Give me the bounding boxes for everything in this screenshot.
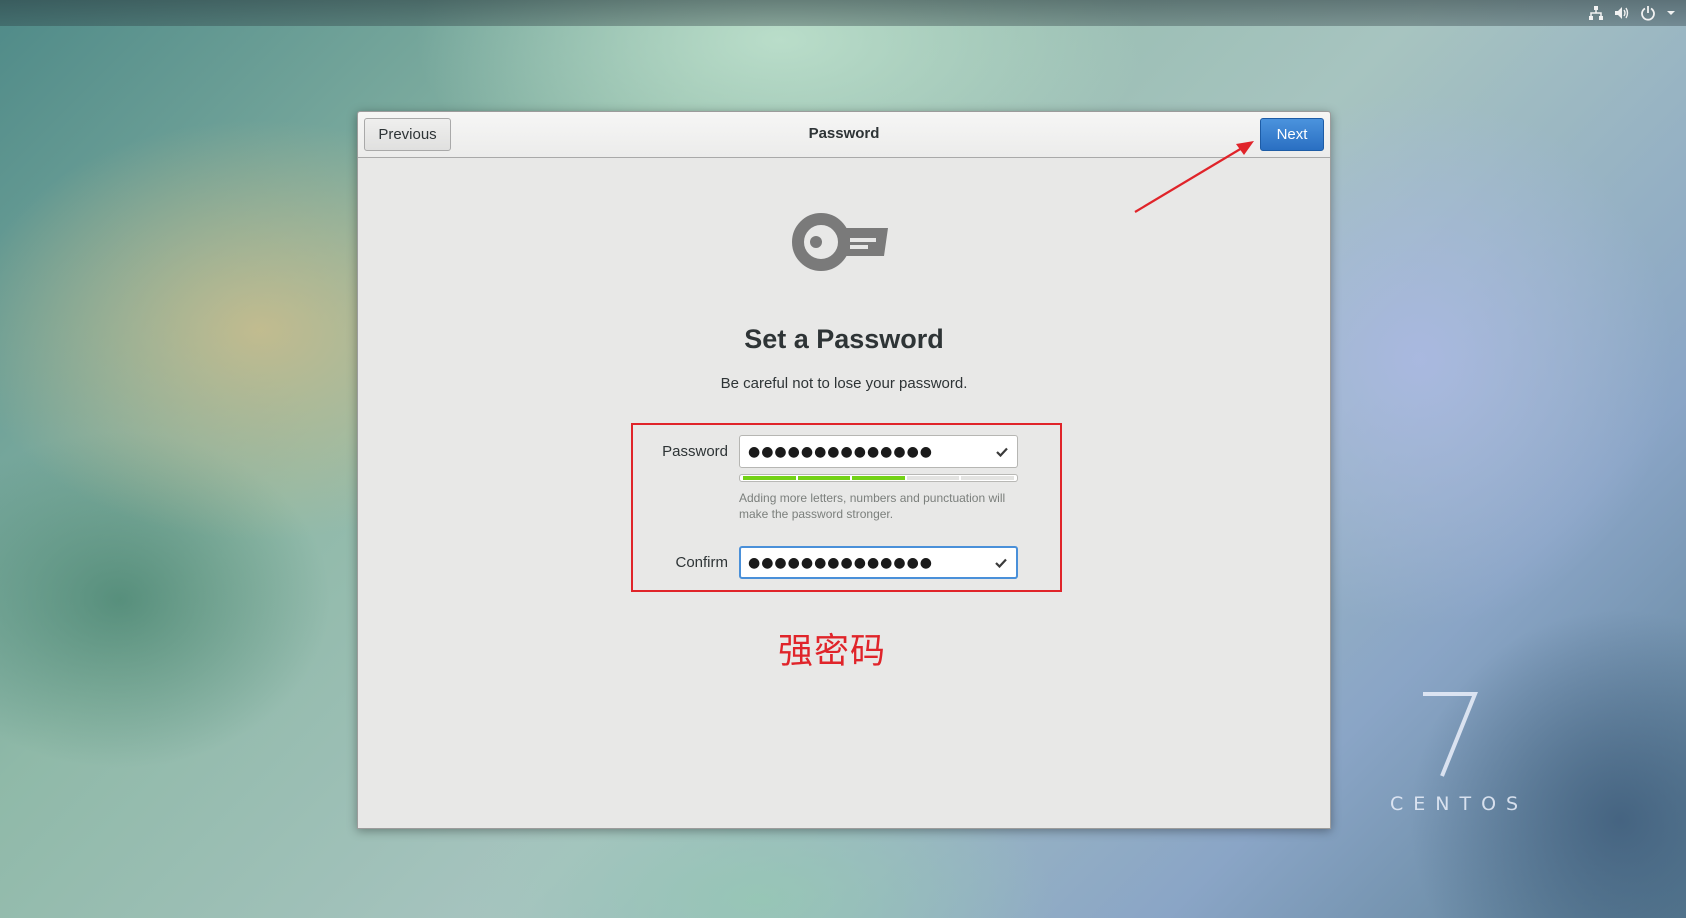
- centos-version-mark: [1420, 690, 1480, 784]
- power-icon[interactable]: [1640, 5, 1656, 21]
- desktop-background: Previous Password Next Set a Password Be…: [0, 0, 1686, 918]
- page-heading: Set a Password: [744, 324, 944, 354]
- volume-icon[interactable]: [1614, 5, 1630, 21]
- next-button[interactable]: Next: [1260, 118, 1324, 151]
- top-bar: [0, 0, 1686, 26]
- page-subtitle: Be careful not to lose your password.: [720, 375, 968, 392]
- system-tray[interactable]: [1588, 4, 1676, 22]
- chevron-down-icon[interactable]: [1666, 8, 1676, 18]
- annotation-arrow: [1130, 138, 1260, 222]
- annotation-highlight-box: [631, 423, 1062, 592]
- key-icon: [792, 211, 890, 277]
- network-icon[interactable]: [1588, 5, 1604, 21]
- centos-wordmark: CENTOS: [1390, 793, 1529, 815]
- annotation-text: 强密码: [778, 632, 887, 672]
